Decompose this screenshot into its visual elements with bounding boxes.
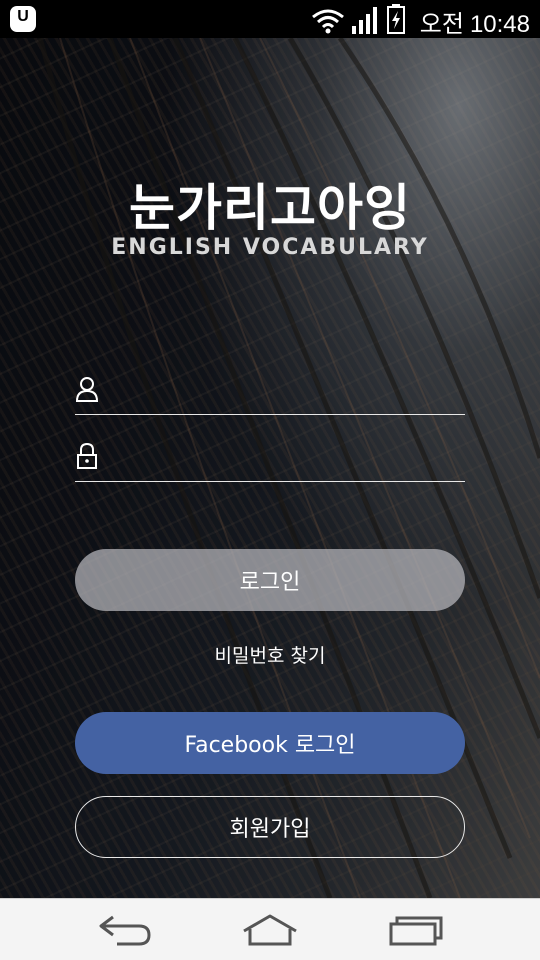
clock-time: 10:48 xyxy=(469,11,530,38)
login-button[interactable]: 로그인 xyxy=(75,549,465,611)
uplus-icon: U xyxy=(10,6,36,32)
clock-ampm: 오전 xyxy=(419,11,464,38)
login-button-label: 로그인 xyxy=(239,570,301,595)
system-navigation-bar xyxy=(0,898,540,960)
back-icon[interactable] xyxy=(95,911,155,949)
clock: 오전 10:48 xyxy=(420,4,530,39)
username-field[interactable] xyxy=(75,370,465,415)
signup-button-label: 회원가입 xyxy=(229,817,311,842)
wifi-icon xyxy=(312,9,344,34)
password-input[interactable] xyxy=(111,439,465,479)
status-icons xyxy=(311,4,405,34)
lock-icon xyxy=(77,443,97,469)
app-logo-subtitle: ENGLISH VOCABULARY xyxy=(111,235,429,260)
login-screen: U 오전 10:48 눈가리고아잉 ENGLISH VOCABULARY 로그인… xyxy=(0,0,540,960)
facebook-login-label: Facebook 로그인 xyxy=(184,733,356,758)
signup-button[interactable]: 회원가입 xyxy=(75,796,465,858)
user-icon xyxy=(75,377,99,402)
battery-charging-icon xyxy=(387,4,405,34)
home-icon[interactable] xyxy=(240,911,300,949)
facebook-login-button[interactable]: Facebook 로그인 xyxy=(75,712,465,774)
password-field[interactable] xyxy=(75,437,465,482)
recents-icon[interactable] xyxy=(385,911,445,949)
status-bar: U 오전 10:48 xyxy=(0,0,540,38)
find-password-link[interactable]: 비밀번호 찾기 xyxy=(0,641,540,668)
username-input[interactable] xyxy=(111,372,465,412)
signal-icon xyxy=(352,7,377,34)
app-logo-title: 눈가리고아잉 xyxy=(129,179,411,237)
